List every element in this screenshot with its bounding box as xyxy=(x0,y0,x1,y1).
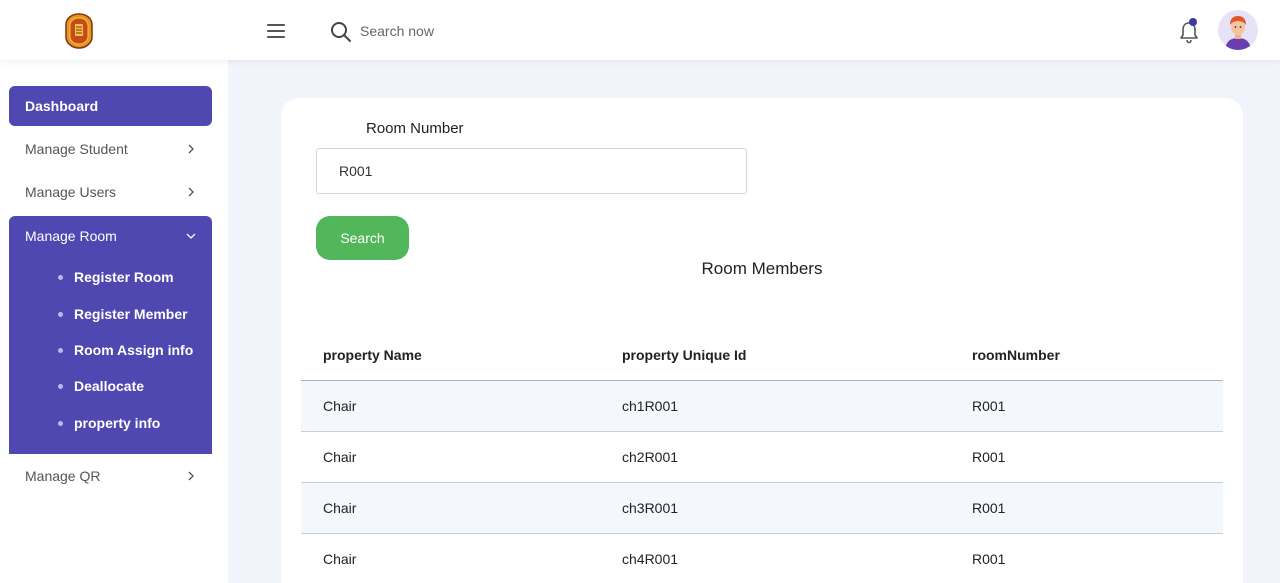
sidebar: Dashboard Manage Student Manage Users Ma… xyxy=(0,60,228,583)
logo-emblem-icon[interactable] xyxy=(65,13,93,49)
search-button[interactable]: Search xyxy=(316,216,409,260)
bullet-dot xyxy=(58,384,63,389)
column-header[interactable]: roomNumber xyxy=(972,330,1060,380)
sidebar-item-manage-qr[interactable]: Manage QR xyxy=(9,456,212,496)
table-row[interactable]: Chair ch3R001 R001 xyxy=(301,483,1223,534)
table-cell: ch2R001 xyxy=(622,449,679,465)
table-cell: R001 xyxy=(972,449,1006,465)
sidebar-item-label: Manage Users xyxy=(25,184,117,200)
sidebar-group-manage-room: Manage Room Register Room Register Membe… xyxy=(9,216,212,454)
table-cell: ch1R001 xyxy=(622,398,679,414)
table-cell: Chair xyxy=(323,449,357,465)
column-header[interactable]: property Unique Id xyxy=(622,330,746,380)
bullet-dot xyxy=(58,275,63,280)
table-header-row: property Name property Unique Id roomNum… xyxy=(301,330,1223,381)
sidebar-item-label: Dashboard xyxy=(25,98,99,114)
sidebar-subitem-label: Deallocate xyxy=(74,378,145,394)
bell-icon[interactable] xyxy=(1177,18,1201,44)
sidebar-subitem-room-assign-info[interactable]: Room Assign info xyxy=(9,338,212,362)
sidebar-subitem-register-member[interactable]: Register Member xyxy=(9,302,212,326)
table-row[interactable]: Chair ch1R001 R001 xyxy=(301,381,1223,432)
notification-dot xyxy=(1189,18,1197,26)
main-card: Room Number Search Room Members property… xyxy=(281,98,1243,583)
sidebar-item-label: Manage Room xyxy=(25,228,117,244)
chevron-right-icon xyxy=(188,187,194,197)
sidebar-subitem-deallocate[interactable]: Deallocate xyxy=(9,374,212,398)
sidebar-item-label: Manage Student xyxy=(25,141,128,157)
sidebar-item-label: Manage QR xyxy=(25,468,101,484)
table-cell: ch4R001 xyxy=(622,551,679,567)
table-cell: R001 xyxy=(972,398,1006,414)
bullet-dot xyxy=(58,421,63,426)
search-input[interactable] xyxy=(360,20,620,42)
table-row[interactable]: Chair ch4R001 R001 xyxy=(301,534,1223,583)
chevron-down-icon xyxy=(186,233,196,239)
sidebar-item-manage-student[interactable]: Manage Student xyxy=(9,129,212,169)
sidebar-subitem-property-info[interactable]: property info xyxy=(9,411,212,435)
sidebar-subitem-label: Register Member xyxy=(74,306,188,322)
sidebar-subitem-label: property info xyxy=(74,415,161,431)
sidebar-subitem-register-room[interactable]: Register Room xyxy=(9,265,212,289)
sidebar-item-dashboard[interactable]: Dashboard xyxy=(9,86,212,126)
sidebar-item-manage-users[interactable]: Manage Users xyxy=(9,172,212,212)
chevron-right-icon xyxy=(188,144,194,154)
table-row[interactable]: Chair ch2R001 R001 xyxy=(301,432,1223,483)
table-cell: Chair xyxy=(323,551,357,567)
top-bar xyxy=(0,0,1280,60)
column-header[interactable]: property Name xyxy=(323,330,422,380)
chevron-right-icon xyxy=(188,471,194,481)
hamburger-menu-icon[interactable] xyxy=(267,24,285,38)
sidebar-subitem-label: Room Assign info xyxy=(74,342,194,358)
search-icon xyxy=(331,22,351,42)
table-cell: R001 xyxy=(972,551,1006,567)
room-members-table: property Name property Unique Id roomNum… xyxy=(301,330,1223,583)
bullet-dot xyxy=(58,312,63,317)
bullet-dot xyxy=(58,348,63,353)
table-cell: ch3R001 xyxy=(622,500,679,516)
table-cell: R001 xyxy=(972,500,1006,516)
table-cell: Chair xyxy=(323,500,357,516)
table-cell: Chair xyxy=(323,398,357,414)
room-number-input[interactable] xyxy=(316,148,747,194)
sidebar-subitem-label: Register Room xyxy=(74,269,174,285)
user-avatar[interactable] xyxy=(1218,10,1258,50)
sidebar-item-manage-room[interactable]: Manage Room xyxy=(9,216,212,256)
section-title: Room Members xyxy=(701,259,823,278)
room-number-label: Room Number xyxy=(366,120,464,137)
